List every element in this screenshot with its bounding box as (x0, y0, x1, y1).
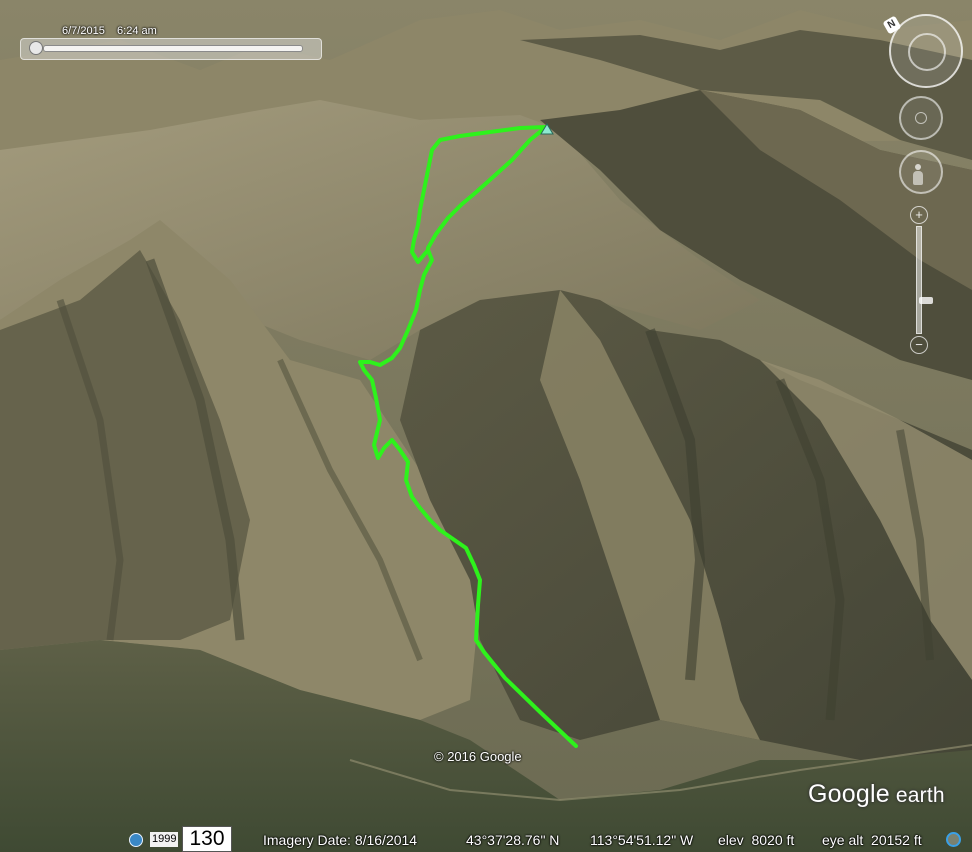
elevation-readout: elev 8020 ft (718, 832, 795, 848)
google-earth-logo: Google earth (808, 780, 945, 809)
pegman-icon[interactable] (913, 164, 923, 188)
logo-google: Google (808, 780, 890, 808)
zoom-knob[interactable] (919, 297, 933, 304)
logo-earth: earth (889, 784, 945, 807)
look-joystick-center (915, 112, 927, 124)
globe-icon[interactable] (129, 833, 143, 847)
compass-north-button[interactable]: N (882, 15, 902, 35)
look-joystick[interactable] (899, 96, 943, 140)
zoom-in-button[interactable]: + (910, 206, 928, 224)
time-slider-rail[interactable] (43, 45, 303, 52)
time-slider-knob[interactable] (29, 41, 43, 55)
compass-inner-ring (908, 33, 946, 71)
terrain-map[interactable] (0, 0, 972, 852)
copyright-text: © 2016 Google (434, 749, 522, 764)
navigation-controls: N + − (882, 10, 972, 360)
status-bar: 1999 130 Imagery Date: 8/16/2014 43°37'2… (0, 826, 972, 852)
scale-badge: 130 (182, 826, 232, 852)
pegman-head (915, 164, 921, 170)
eye-altitude-readout: eye alt 20152 ft (822, 832, 922, 848)
longitude-readout: 113°54'51.12" W (590, 832, 694, 848)
time-slider-track[interactable] (20, 38, 322, 60)
time-slider[interactable]: 6/7/2015 6:24 am (20, 24, 322, 60)
latitude-readout: 43°37'28.76" N (466, 832, 560, 848)
pegman-body (913, 171, 923, 185)
historical-year-badge[interactable]: 1999 (150, 832, 179, 847)
zoom-slider[interactable]: + − (909, 206, 933, 356)
streaming-icon (946, 832, 961, 847)
imagery-date: Imagery Date: 8/16/2014 (263, 832, 418, 848)
zoom-track[interactable] (916, 226, 933, 334)
zoom-out-button[interactable]: − (910, 336, 928, 354)
time-slider-label: 6/7/2015 6:24 am (62, 25, 157, 37)
compass-icon[interactable]: N (882, 14, 963, 88)
